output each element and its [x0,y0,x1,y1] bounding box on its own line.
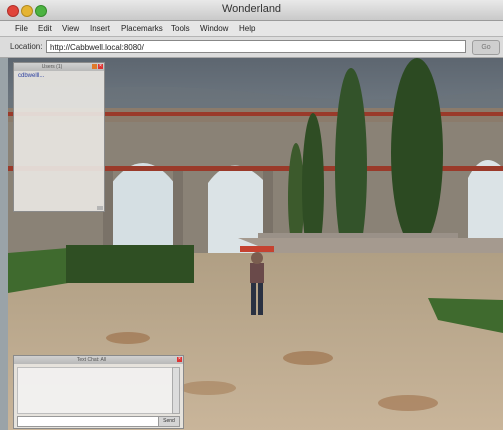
title-bar: Wonderland [0,0,503,21]
user-list-item[interactable]: cdbwelll... [18,73,44,79]
users-panel: Users (1) × cdbwelll... [13,62,105,212]
window-title: Wonderland [221,3,282,15]
avatar-nametag [240,246,274,252]
menu-tools[interactable]: Tools [171,24,190,33]
menu-insert[interactable]: Insert [90,24,110,33]
chat-panel-title: Text Chat: All [76,357,107,363]
menu-bar: File Edit View Insert Placemarks Tools W… [0,21,503,37]
paving-stone [378,395,438,411]
location-bar: Location: http://Cabbwell.local:8080/ Go [0,37,503,58]
menu-window[interactable]: Window [200,24,228,33]
avatar-head [251,252,263,264]
chat-history [17,367,174,414]
users-panel-header[interactable]: Users (1) × [14,63,104,71]
menu-help[interactable]: Help [239,24,255,33]
hedge [66,245,194,283]
menu-edit[interactable]: Edit [38,24,52,33]
resize-handle-icon[interactable] [97,206,103,210]
arch-1 [108,163,178,257]
close-icon[interactable]: × [98,64,103,69]
menu-placemarks[interactable]: Placemarks [121,24,163,33]
paving-stone [283,351,333,365]
chat-input[interactable] [17,416,159,427]
go-button[interactable]: Go [472,40,500,55]
location-input[interactable]: http://Cabbwell.local:8080/ [46,40,466,53]
close-icon[interactable]: × [177,357,182,362]
avatar-leg [251,283,256,315]
chat-scrollbar[interactable] [172,367,180,414]
chat-panel: Text Chat: All × Send [13,355,184,429]
users-panel-title: Users (1) [41,64,63,70]
paving-stone [180,381,236,395]
chat-panel-header[interactable]: Text Chat: All × [14,356,183,364]
send-button[interactable]: Send [158,416,180,427]
menu-file[interactable]: File [15,24,28,33]
menu-view[interactable]: View [62,24,79,33]
pillar [173,168,183,258]
paving-stone [106,332,150,344]
avatar-torso [250,263,264,283]
minimize-icon[interactable] [92,64,97,69]
cypress-tree [391,58,443,248]
location-label: Location: [10,42,43,51]
avatar-leg [258,283,263,315]
